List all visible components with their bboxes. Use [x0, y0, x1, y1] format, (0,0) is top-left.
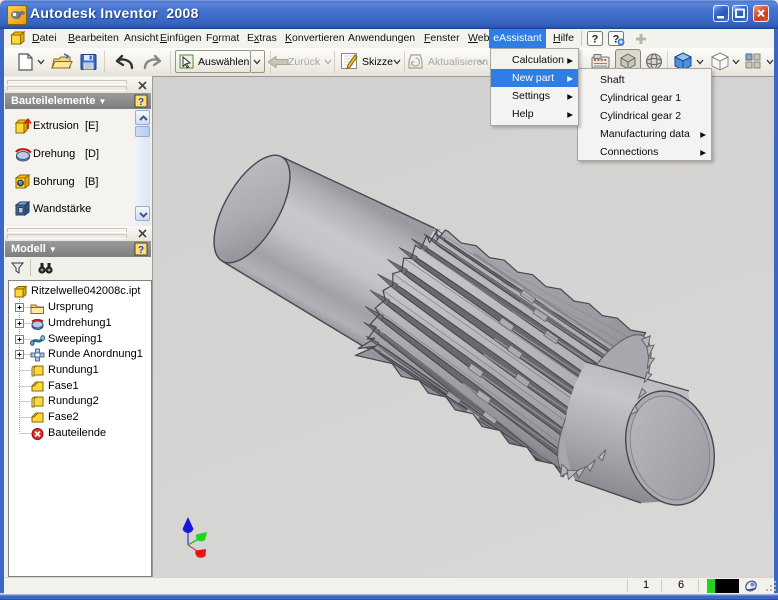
svg-text:?: ?	[138, 245, 144, 256]
svg-text:?: ?	[138, 97, 144, 108]
svg-text:?: ?	[592, 34, 599, 46]
